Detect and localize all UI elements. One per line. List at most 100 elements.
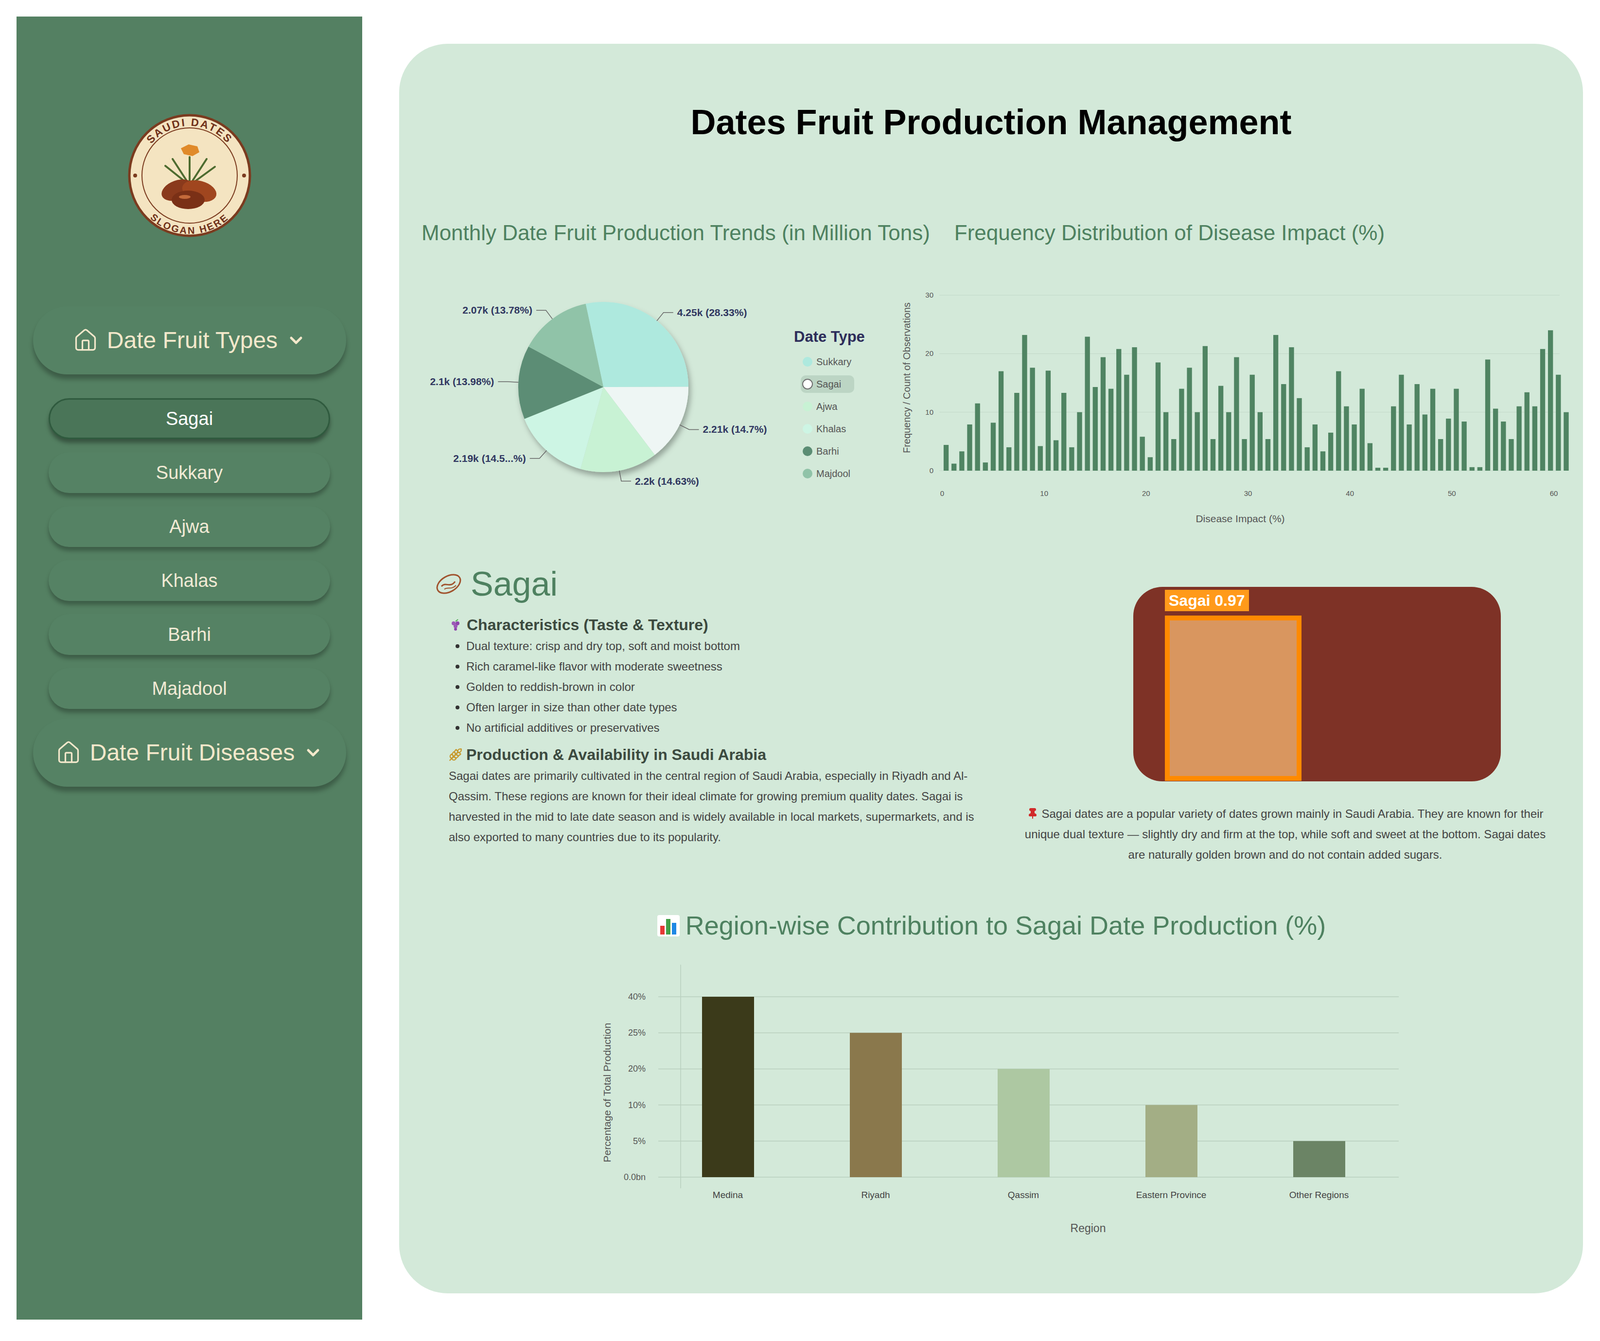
histogram-bar[interactable] [1178,388,1184,471]
histogram-bar[interactable] [1029,367,1035,471]
legend-item[interactable]: Barhi [802,445,840,457]
histogram-bar[interactable] [1045,370,1051,471]
histogram-bar[interactable] [1367,442,1373,471]
histogram-bar[interactable] [1422,414,1428,471]
histogram-bar[interactable] [951,463,957,471]
histogram-bar[interactable] [983,462,988,471]
histogram-bar[interactable] [1540,349,1546,471]
histogram-bar[interactable] [1469,467,1475,471]
histogram-bar[interactable] [1116,349,1122,471]
histogram-bar[interactable] [1304,447,1310,471]
histogram-bar[interactable] [1076,412,1082,471]
histogram-bar[interactable] [1147,457,1153,471]
histogram-bar[interactable] [998,370,1004,471]
histogram-bar[interactable] [1124,374,1129,471]
histogram-bar[interactable] [1186,367,1192,471]
histogram-bar[interactable] [1069,447,1074,471]
histogram-bar[interactable] [1477,467,1483,471]
histogram-bar[interactable] [1375,467,1381,471]
region-bar[interactable]: Medina [702,996,755,1200]
histogram-bar[interactable] [1390,406,1396,471]
histogram-bar[interactable] [974,403,980,471]
menu-header[interactable]: Date Fruit Diseases [33,718,347,787]
histogram-bar[interactable] [1359,388,1365,471]
legend-item[interactable]: Khalas [802,423,846,435]
histogram-bar[interactable] [1131,347,1137,471]
histogram-bar[interactable] [1108,388,1114,471]
histogram-bar[interactable] [1061,392,1067,471]
histogram-bar[interactable] [1155,362,1161,471]
histogram-bar[interactable] [967,424,972,471]
histogram-bar[interactable] [1312,424,1318,471]
region-bar[interactable]: Eastern Province [1136,1105,1207,1200]
histogram-bar[interactable] [1100,357,1106,471]
histogram-bar[interactable] [1265,439,1271,471]
sidebar-item[interactable]: Majadool [48,668,331,709]
region-bar[interactable]: Other Regions [1289,1141,1350,1200]
legend-item[interactable]: Sagai [800,375,855,393]
pie-slice[interactable] [585,301,689,387]
histogram-bar[interactable] [1014,392,1020,471]
histogram-bar[interactable] [1140,436,1145,471]
histogram-bar[interactable] [1202,346,1208,471]
legend-item[interactable]: Sukkary [802,356,852,368]
sidebar-item[interactable]: Sukkary [48,452,331,493]
sidebar-item[interactable]: Khalas [48,560,331,601]
histogram-bar[interactable] [1218,386,1224,471]
histogram-bar[interactable] [1555,374,1561,471]
histogram-bar[interactable] [1037,445,1043,471]
histogram-bar[interactable] [1351,424,1357,471]
histogram-bar[interactable] [1210,439,1216,471]
histogram-bar[interactable] [1430,388,1436,471]
histogram-bar[interactable] [1171,439,1177,471]
histogram-bar[interactable] [1508,439,1514,471]
histogram-bar[interactable] [1281,384,1286,471]
histogram-bar[interactable] [1383,467,1389,471]
pie-slice[interactable] [528,303,604,387]
histogram-bar[interactable] [1493,408,1498,471]
histogram-bar[interactable] [1328,432,1334,471]
histogram-bar[interactable] [1547,330,1553,471]
histogram-bar[interactable] [1461,421,1467,471]
histogram-bar[interactable] [1320,451,1326,471]
histogram-bar[interactable] [990,422,996,471]
histogram-bar[interactable] [1563,412,1569,471]
histogram-bar[interactable] [1226,412,1231,471]
histogram-bar[interactable] [943,444,949,471]
sidebar-item[interactable]: Ajwa [48,506,331,547]
histogram-bar[interactable] [1241,439,1247,471]
region-bar[interactable]: Riyadh [849,1032,902,1200]
legend-item[interactable]: Majdool [802,468,851,479]
histogram-bar[interactable] [1006,447,1012,471]
histogram-bar[interactable] [1343,406,1349,471]
sidebar-item[interactable]: Barhi [48,614,331,655]
histogram-bar[interactable] [1485,359,1491,471]
histogram-bar[interactable] [1438,439,1443,471]
histogram-bar[interactable] [1406,424,1412,471]
menu-header[interactable]: Date Fruit Types [33,306,347,375]
histogram-bar[interactable] [1021,334,1027,471]
histogram-bar[interactable] [1273,334,1279,471]
histogram-bar[interactable] [1195,412,1200,471]
histogram-bar[interactable] [1500,421,1506,471]
histogram-bar[interactable] [1092,386,1098,471]
histogram-bar[interactable] [1336,370,1341,471]
histogram-bar[interactable] [1532,406,1538,471]
histogram-bar[interactable] [1257,412,1263,471]
histogram-bar[interactable] [959,451,965,471]
histogram-bar[interactable] [1249,374,1255,471]
histogram-bar[interactable] [1085,336,1091,471]
histogram-bar[interactable] [1163,412,1169,471]
region-bar[interactable]: Qassim [997,1068,1050,1200]
histogram-bar[interactable] [1233,357,1239,471]
histogram-bar[interactable] [1524,392,1530,471]
histogram-bar[interactable] [1453,388,1459,471]
histogram-bar[interactable] [1516,406,1522,471]
histogram-bar[interactable] [1414,384,1420,471]
histogram-bar[interactable] [1288,347,1294,471]
legend-item[interactable]: Ajwa [802,401,838,412]
histogram-bar[interactable] [1053,439,1059,471]
sidebar-item[interactable]: Sagai [48,398,331,440]
histogram-bar[interactable] [1296,398,1302,471]
histogram-bar[interactable] [1445,418,1451,471]
